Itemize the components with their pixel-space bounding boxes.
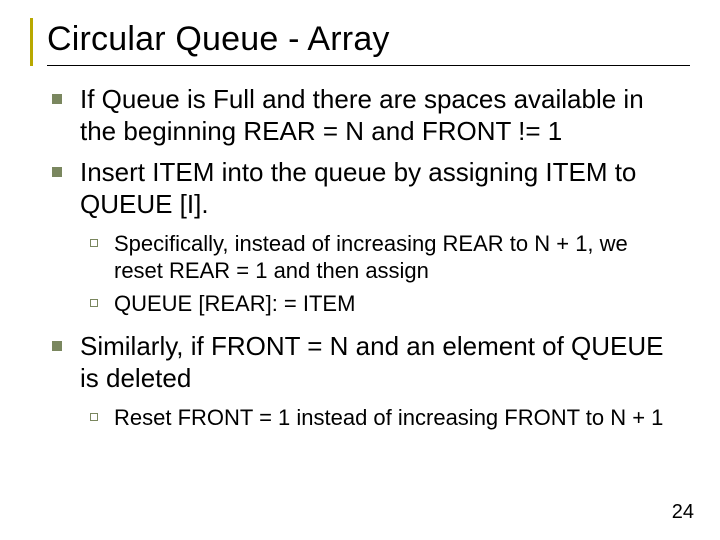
list-item: Reset FRONT = 1 instead of increasing FR… (90, 405, 682, 432)
square-bullet-icon (52, 167, 62, 177)
hollow-square-bullet-icon (90, 413, 98, 421)
list-item: Similarly, if FRONT = N and an element o… (52, 331, 682, 394)
bullet-text: Specifically, instead of increasing REAR… (114, 231, 682, 285)
list-item: If Queue is Full and there are spaces av… (52, 84, 682, 147)
square-bullet-icon (52, 341, 62, 351)
page-number: 24 (672, 501, 694, 524)
bullet-list-level1: Similarly, if FRONT = N and an element o… (52, 331, 682, 394)
bullet-list-level2: Reset FRONT = 1 instead of increasing FR… (90, 405, 682, 432)
bullet-text: Similarly, if FRONT = N and an element o… (80, 331, 682, 394)
list-item: QUEUE [REAR]: = ITEM (90, 291, 682, 318)
hollow-square-bullet-icon (90, 239, 98, 247)
slide-title: Circular Queue - Array (47, 18, 690, 66)
bullet-list-level2: Specifically, instead of increasing REAR… (90, 231, 682, 317)
bullet-text: Insert ITEM into the queue by assigning … (80, 157, 682, 220)
slide: Circular Queue - Array If Queue is Full … (0, 0, 720, 540)
hollow-square-bullet-icon (90, 299, 98, 307)
bullet-text: QUEUE [REAR]: = ITEM (114, 291, 682, 318)
square-bullet-icon (52, 94, 62, 104)
bullet-list-level1: If Queue is Full and there are spaces av… (52, 84, 682, 221)
content-area: If Queue is Full and there are spaces av… (30, 78, 690, 432)
title-container: Circular Queue - Array (30, 18, 690, 66)
bullet-text: If Queue is Full and there are spaces av… (80, 84, 682, 147)
list-item: Insert ITEM into the queue by assigning … (52, 157, 682, 220)
list-item: Specifically, instead of increasing REAR… (90, 231, 682, 285)
bullet-text: Reset FRONT = 1 instead of increasing FR… (114, 405, 682, 432)
